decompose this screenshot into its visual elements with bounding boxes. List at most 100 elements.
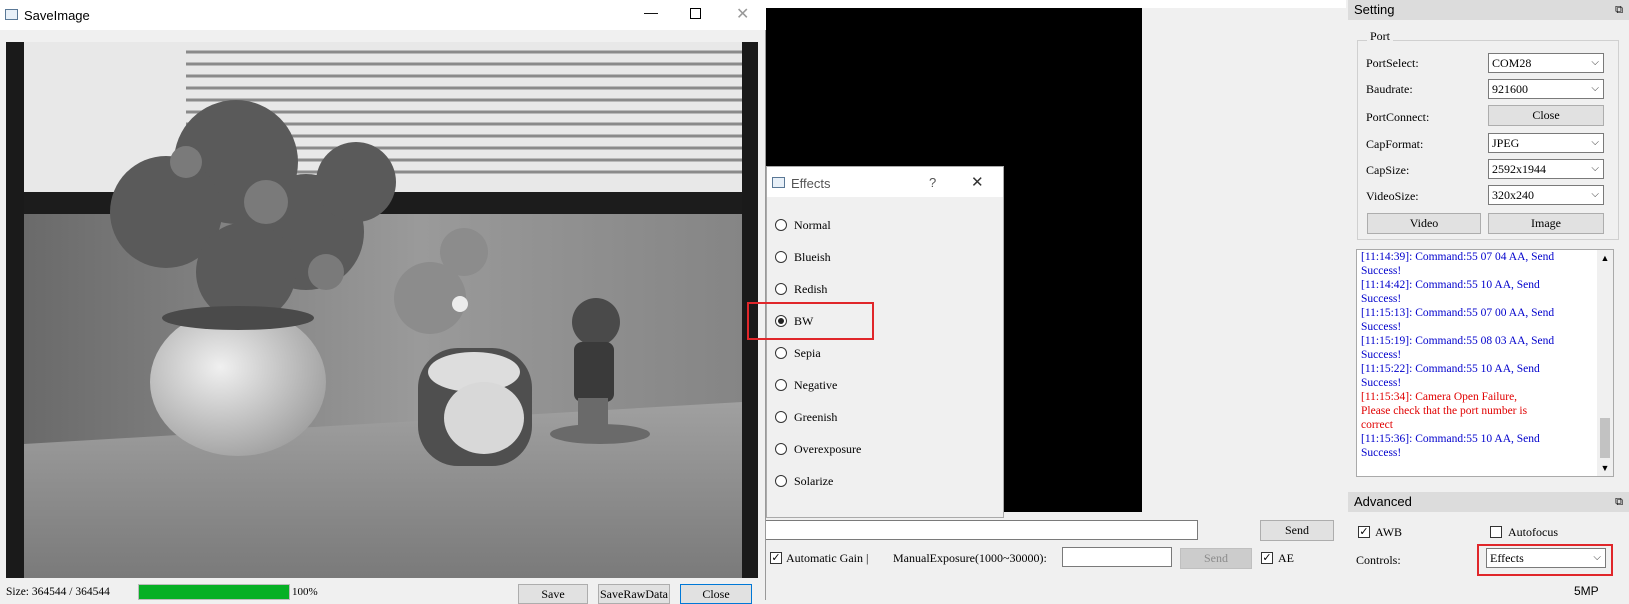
size-text: Size: 364544 / 364544 xyxy=(6,586,110,598)
manual-exposure-input[interactable] xyxy=(1062,547,1172,567)
chevron-down-icon: ⌵ xyxy=(1591,57,1599,68)
baudrate-value: 921600 xyxy=(1492,82,1528,96)
effect-option-label[interactable]: Negative xyxy=(794,378,837,393)
advanced-dock-title: Advanced ⧉ xyxy=(1348,492,1629,512)
effect-radio-greenish[interactable] xyxy=(775,411,787,423)
log-line: Success! xyxy=(1361,377,1402,389)
effects-title: Effects xyxy=(791,176,831,191)
chevron-down-icon: ⌵ xyxy=(1591,163,1599,174)
log-line: [11:14:42]: Command:55 10 AA, Send xyxy=(1361,279,1540,291)
effects-titlebar: Effects ? ✕ xyxy=(767,167,1003,197)
scroll-thumb[interactable] xyxy=(1600,418,1610,458)
effect-option-label[interactable]: Solarize xyxy=(794,474,833,489)
dock-float-icon[interactable]: ⧉ xyxy=(1615,492,1623,512)
effect-radio-overexposure[interactable] xyxy=(775,443,787,455)
manual-exposure-label: ManualExposure(1000~30000): xyxy=(893,551,1047,565)
autofocus-checkbox[interactable] xyxy=(1490,526,1502,538)
chevron-down-icon: ⌵ xyxy=(1591,137,1599,148)
awb-checkbox[interactable]: ✓ xyxy=(1358,526,1370,538)
close-icon[interactable]: ✕ xyxy=(736,4,749,24)
autofocus-label: Autofocus xyxy=(1508,525,1558,539)
effect-radio-blueish[interactable] xyxy=(775,251,787,263)
video-size-value: 320x240 xyxy=(1492,188,1534,202)
cap-format-combo[interactable]: JPEG ⌵ xyxy=(1488,133,1604,153)
log-lines: [11:14:39]: Command:55 07 04 AA, Send Suc… xyxy=(1357,250,1597,460)
image-button[interactable]: Image xyxy=(1488,213,1604,234)
chevron-down-icon: ⌵ xyxy=(1591,83,1599,94)
effect-option-label[interactable]: Normal xyxy=(794,218,831,233)
port-connect-label: PortConnect: xyxy=(1366,110,1430,124)
effect-option-label[interactable]: Greenish xyxy=(794,410,837,425)
baudrate-combo[interactable]: 921600 ⌵ xyxy=(1488,79,1604,99)
effect-radio-redish[interactable] xyxy=(775,283,787,295)
cap-size-combo[interactable]: 2592x1944 ⌵ xyxy=(1488,159,1604,179)
command-send-button[interactable]: Send xyxy=(1260,520,1334,541)
command-input[interactable] xyxy=(762,520,1198,540)
close-button[interactable]: Close xyxy=(680,584,752,604)
progress-fill xyxy=(139,585,289,599)
scroll-up-icon[interactable]: ▲ xyxy=(1597,250,1613,266)
effect-option-label[interactable]: Redish xyxy=(794,282,827,297)
log-line: [11:14:39]: Command:55 07 04 AA, Send xyxy=(1361,251,1555,263)
controls-highlight xyxy=(1477,544,1613,576)
port-group-label: Port xyxy=(1367,29,1394,44)
automatic-gain-checkbox[interactable]: ✓ xyxy=(770,552,782,564)
log-line: [11:15:13]: Command:55 07 00 AA, Send xyxy=(1361,307,1555,319)
log-output[interactable]: [11:14:39]: Command:55 07 04 AA, Send Suc… xyxy=(1356,249,1614,477)
log-line: [11:15:34]: Camera Open Failure, xyxy=(1361,391,1518,403)
minimize-icon[interactable]: — xyxy=(644,4,658,20)
video-size-combo[interactable]: 320x240 ⌵ xyxy=(1488,185,1604,205)
port-select-label: PortSelect: xyxy=(1366,56,1419,70)
effect-radio-sepia[interactable] xyxy=(775,347,787,359)
controls-label: Controls: xyxy=(1356,553,1401,567)
main-window-top-strip xyxy=(766,0,1346,8)
video-button[interactable]: Video xyxy=(1367,213,1481,234)
video-button-label: Video xyxy=(1409,216,1439,230)
captured-photo xyxy=(6,42,758,578)
log-line: Success! xyxy=(1361,265,1402,277)
cap-format-value: JPEG xyxy=(1492,136,1520,150)
log-line: Please check that the port number is xyxy=(1361,405,1528,417)
log-line: Success! xyxy=(1361,349,1402,361)
app-window-icon xyxy=(772,177,785,188)
port-connect-button-label: Close xyxy=(1532,108,1560,122)
log-scrollbar[interactable]: ▲ ▼ xyxy=(1597,250,1613,476)
close-button-label: Close xyxy=(702,586,730,601)
image-button-label: Image xyxy=(1531,216,1561,230)
effect-radio-negative[interactable] xyxy=(775,379,787,391)
saveimage-window: SaveImage — ✕ Size: 364544 / 364544 100%… xyxy=(0,0,766,604)
effect-option-label[interactable]: Blueish xyxy=(794,250,831,265)
awb-label: AWB xyxy=(1375,525,1403,539)
help-icon[interactable]: ? xyxy=(929,175,936,190)
exposure-send-button[interactable]: Send xyxy=(1180,548,1252,569)
log-line: Success! xyxy=(1361,447,1402,459)
log-line: [11:15:19]: Command:55 08 03 AA, Send xyxy=(1361,335,1555,347)
save-button[interactable]: Save xyxy=(518,584,588,604)
dock-float-icon[interactable]: ⧉ xyxy=(1615,0,1623,20)
progress-bar xyxy=(138,584,290,600)
bw-highlight xyxy=(747,302,874,340)
effect-option-label[interactable]: Sepia xyxy=(794,346,821,361)
log-line: correct xyxy=(1361,419,1393,431)
cap-size-label: CapSize: xyxy=(1366,163,1410,177)
ae-checkbox[interactable]: ✓ xyxy=(1261,552,1273,564)
effects-dialog: Effects ? ✕ Normal Blueish Redish BW Sepia Ne… xyxy=(766,166,1004,518)
status-text: 5MP xyxy=(1574,584,1599,598)
cap-size-value: 2592x1944 xyxy=(1492,162,1546,176)
effect-radio-solarize[interactable] xyxy=(775,475,787,487)
port-connect-button[interactable]: Close xyxy=(1488,105,1604,126)
app-window-icon xyxy=(5,9,18,20)
setting-title: Setting xyxy=(1354,2,1395,17)
close-icon[interactable]: ✕ xyxy=(971,173,984,191)
port-select-combo[interactable]: COM28 ⌵ xyxy=(1488,53,1604,73)
effect-radio-normal[interactable] xyxy=(775,219,787,231)
port-select-value: COM28 xyxy=(1492,56,1532,70)
save-raw-data-button[interactable]: SaveRawData xyxy=(598,584,670,604)
saveimage-titlebar: SaveImage — ✕ xyxy=(0,0,766,30)
log-line: [11:15:36]: Command:55 10 AA, Send xyxy=(1361,433,1540,445)
effect-option-label[interactable]: Overexposure xyxy=(794,442,861,457)
exposure-send-label: Send xyxy=(1204,551,1228,565)
scroll-down-icon[interactable]: ▼ xyxy=(1597,460,1613,476)
video-size-label: VideoSize: xyxy=(1366,189,1419,203)
maximize-icon[interactable] xyxy=(690,8,701,19)
